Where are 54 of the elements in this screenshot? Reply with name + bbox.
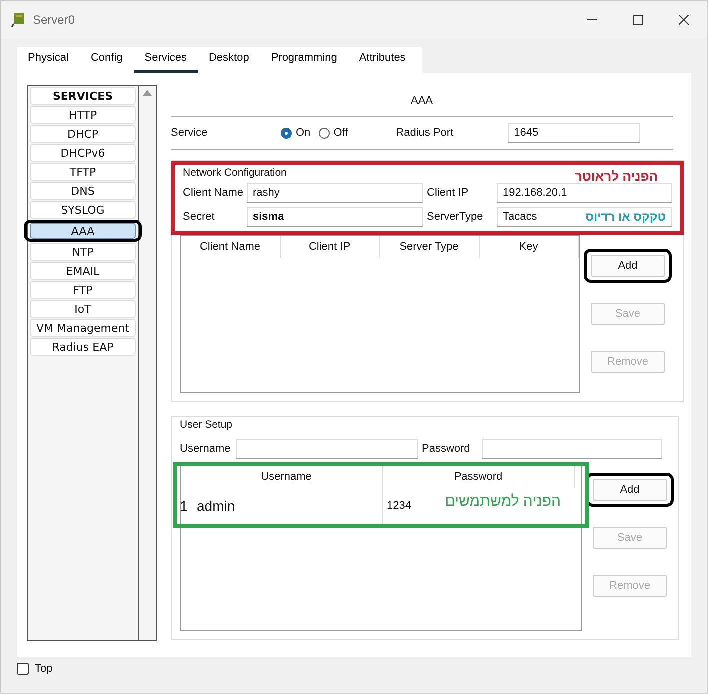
sidebar-item[interactable]: EMAIL [30,262,136,280]
field-label: Client Name [183,187,243,199]
sidebar-item[interactable]: NTP [30,243,136,261]
input-field[interactable]: sisma [247,207,423,227]
add-button[interactable]: Add [591,255,665,277]
field-label: Service [171,127,209,139]
field-label: Username [180,443,232,455]
field-label: Secret [183,211,216,223]
sidebar-item[interactable]: FTP [30,281,136,299]
column-header: Username [191,466,383,488]
input-field[interactable] [482,439,662,459]
panel-title: AAA [171,85,673,117]
group-title: Network Configuration [183,166,287,179]
table-cell: 1234 [387,500,412,512]
radio-label: Off [334,127,348,139]
sidebar-item[interactable]: VM Management [30,319,136,337]
scroll-up-icon[interactable] [143,90,152,96]
server-icon [11,12,27,28]
field-label: Client IP [427,187,470,199]
field-label: Password [422,443,472,455]
sidebar-item[interactable]: IoT [30,300,136,318]
column-header: Server Type [380,236,480,258]
field-label: Radius Port [396,127,455,139]
input-field[interactable] [236,439,418,459]
sidebar-header[interactable]: SERVICES [30,87,136,105]
annotation-text: הפניה לראוטר [574,169,658,184]
checkbox[interactable] [17,663,29,675]
group-title: User Setup [180,418,233,431]
column-header: Client Name [181,236,280,258]
input-field[interactable]: 1645 [508,123,640,143]
sidebar-item[interactable]: SYSLOG [30,201,136,219]
sidebar-item[interactable]: HTTP [30,106,136,124]
column-header: Password [383,466,575,488]
checkbox-label: Top [35,663,53,675]
radio-button[interactable] [318,128,330,138]
row-number: 1 [179,498,189,514]
sidebar-item[interactable]: DHCPv6 [30,144,136,162]
sidebar-item[interactable]: DHCP [30,125,136,143]
table-cell: admin [191,488,383,524]
sidebar-item[interactable]: AAA [30,223,136,239]
sidebar-item[interactable]: TFTP [30,163,136,181]
radio-button[interactable] [281,128,292,138]
field-label: ServerType [427,211,484,223]
annotation-text: הפניה למשתמשים [445,493,561,510]
column-header: Key [480,236,579,258]
input-field[interactable]: 192.168.20.1 [497,183,672,203]
sidebar-item[interactable]: Radius EAP [30,338,136,356]
window-title: Server0 [33,13,76,27]
radio-label: On [296,127,311,139]
column-header: Client IP [280,236,380,258]
annotation-text: טקקס או רדיוס [586,210,666,224]
add-button[interactable]: Add [593,479,667,501]
input-field[interactable]: rashy [247,183,423,203]
sidebar-item[interactable]: DNS [30,182,136,200]
